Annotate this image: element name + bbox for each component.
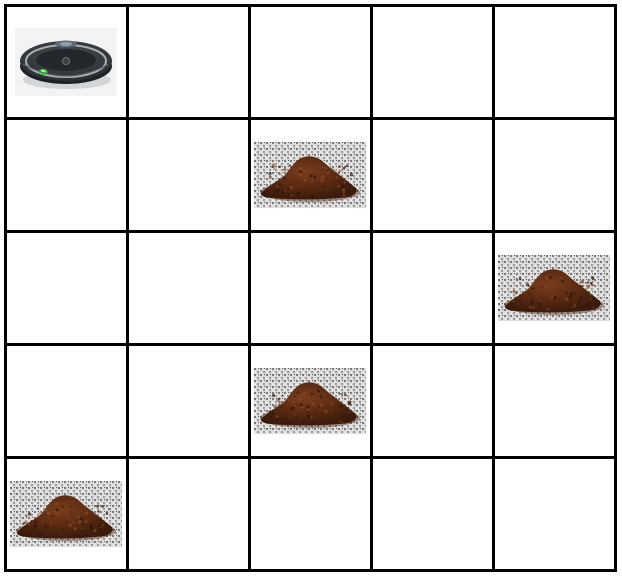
dirt-pile-icon: [498, 255, 610, 321]
grid-cell-r1-c0[interactable]: [5, 118, 127, 231]
grid-line-horizontal-3: [4, 343, 617, 346]
grid-line-vertical-5: [614, 4, 617, 572]
grid-line-horizontal-2: [4, 230, 617, 233]
grid-cell-r3-c4[interactable]: [493, 344, 615, 457]
grid-cell-r3-c0[interactable]: [5, 344, 127, 457]
grid-line-horizontal-4: [4, 456, 617, 459]
grid-cell-r2-c3[interactable]: [371, 231, 493, 344]
grid-line-vertical-2: [248, 4, 251, 572]
grid-cell-r4-c3[interactable]: [371, 457, 493, 570]
grid-cell-r0-c3[interactable]: [371, 5, 493, 118]
grid-cell-r4-c1[interactable]: [127, 457, 249, 570]
grid-line-horizontal-5: [4, 569, 617, 572]
grid-cell-r1-c1[interactable]: [127, 118, 249, 231]
robot-vacuum-icon: [15, 28, 117, 96]
grid-line-horizontal-1: [4, 117, 617, 120]
grid-cell-r3-c3[interactable]: [371, 344, 493, 457]
grid-line-vertical-0: [4, 4, 7, 572]
grid-cell-r2-c0[interactable]: [5, 231, 127, 344]
grid-cell-r0-c2[interactable]: [249, 5, 371, 118]
grid-cell-r0-c1[interactable]: [127, 5, 249, 118]
grid-cell-r2-c2[interactable]: [249, 231, 371, 344]
grid-cell-r2-c1[interactable]: [127, 231, 249, 344]
grid-line-horizontal-0: [4, 4, 617, 7]
grid-cell-r4-c4[interactable]: [493, 457, 615, 570]
grid-cell-r1-c4[interactable]: [493, 118, 615, 231]
grid-cell-r4-c2[interactable]: [249, 457, 371, 570]
grid-line-vertical-4: [492, 4, 495, 572]
dirt-pile-icon: [254, 142, 366, 208]
grid-line-vertical-1: [126, 4, 129, 572]
grid-cell-r1-c3[interactable]: [371, 118, 493, 231]
grid-cell-r3-c1[interactable]: [127, 344, 249, 457]
game-board: [0, 0, 622, 577]
dirt-pile-icon: [254, 368, 366, 434]
grid-line-vertical-3: [370, 4, 373, 572]
dirt-pile-icon: [10, 481, 122, 547]
grid-cell-r0-c4[interactable]: [493, 5, 615, 118]
